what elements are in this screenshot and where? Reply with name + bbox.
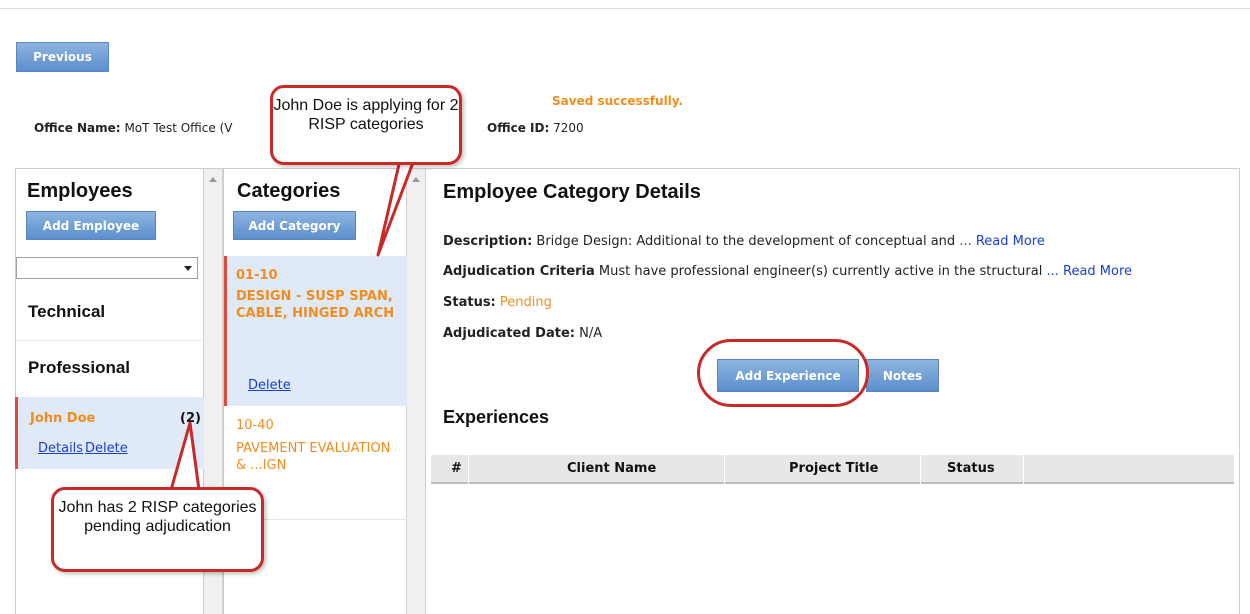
office-id: Office ID: 7200 — [487, 121, 584, 135]
scroll-up-icon[interactable] — [412, 177, 420, 182]
adjudicated-date-value: N/A — [579, 326, 603, 341]
group-technical[interactable]: Technical — [28, 302, 105, 322]
status-row: Status: Pending — [443, 295, 552, 310]
previous-button[interactable]: Previous — [16, 42, 109, 72]
group-professional[interactable]: Professional — [28, 358, 130, 378]
category-name: DESIGN - SUSP SPAN, CABLE, HINGED ARCH — [236, 289, 395, 321]
notes-button[interactable]: Notes — [866, 359, 939, 392]
office-id-value: 7200 — [553, 121, 584, 135]
column-header-number[interactable]: # — [451, 461, 462, 476]
adjudicated-date-row: Adjudicated Date: N/A — [443, 326, 602, 341]
divider — [16, 340, 203, 341]
top-divider — [0, 8, 1250, 9]
description-read-more-link[interactable]: ... Read More — [959, 234, 1045, 249]
scroll-up-icon[interactable] — [209, 177, 217, 182]
office-name-label: Office Name: — [34, 121, 121, 135]
office-name: Office Name: MoT Test Office (V — [34, 121, 232, 135]
category-name: PAVEMENT EVALUATION & ...IGN — [236, 441, 391, 473]
criteria-value: Must have professional engineer(s) curre… — [598, 264, 1043, 279]
annotation-callout-pending: John has 2 RISP categories pending adjud… — [51, 487, 264, 572]
column-header-status[interactable]: Status — [947, 461, 995, 476]
column-header-project-title[interactable]: Project Title — [789, 461, 878, 476]
add-employee-button[interactable]: Add Employee — [26, 211, 156, 240]
employees-title: Employees — [27, 180, 133, 202]
experiences-table-header: # Client Name Project Title Status — [431, 455, 1234, 484]
experiences-title: Experiences — [443, 407, 550, 427]
description-row: Description: Bridge Design: Additional t… — [443, 234, 1045, 249]
annotation-callout-categories: John Doe is applying for 2 RISP categori… — [270, 85, 462, 165]
category-code: 10-40 — [236, 418, 274, 433]
status-label: Status: — [443, 295, 496, 310]
status-value: Pending — [499, 295, 552, 310]
criteria-row: Adjudication Criteria Must have professi… — [443, 264, 1132, 279]
categories-title: Categories — [237, 180, 341, 202]
saved-message: Saved successfully. — [552, 94, 684, 108]
highlight-circle — [697, 339, 869, 407]
chevron-down-icon — [184, 266, 192, 271]
details-title: Employee Category Details — [443, 181, 701, 203]
description-value: Bridge Design: Additional to the develop… — [536, 234, 956, 249]
office-id-label: Office ID: — [487, 121, 550, 135]
office-name-value: MoT Test Office (V — [124, 121, 233, 135]
employee-category-count: (2) — [180, 411, 201, 426]
column-divider — [468, 455, 469, 484]
adjudicated-date-label: Adjudicated Date: — [443, 326, 575, 341]
description-label: Description: — [443, 234, 533, 249]
categories-scrollbar[interactable] — [407, 168, 425, 614]
add-category-button[interactable]: Add Category — [233, 211, 356, 240]
category-code: 01-10 — [236, 268, 278, 283]
column-divider — [724, 455, 725, 484]
employee-details-link[interactable]: Details — [38, 441, 83, 456]
column-divider — [1023, 455, 1024, 484]
employee-filter-select[interactable] — [16, 257, 198, 279]
column-divider — [920, 455, 921, 484]
column-header-client-name[interactable]: Client Name — [567, 461, 656, 476]
employee-delete-link[interactable]: Delete — [85, 441, 128, 456]
employee-name[interactable]: John Doe — [30, 411, 95, 426]
category-list-item[interactable]: 01-10 DESIGN - SUSP SPAN, CABLE, HINGED … — [224, 256, 407, 406]
criteria-label: Adjudication Criteria — [443, 264, 595, 279]
criteria-read-more-link[interactable]: ... Read More — [1046, 264, 1132, 279]
category-delete-link[interactable]: Delete — [248, 378, 291, 393]
employee-list-item[interactable]: John Doe (2) Details Delete — [15, 397, 204, 469]
